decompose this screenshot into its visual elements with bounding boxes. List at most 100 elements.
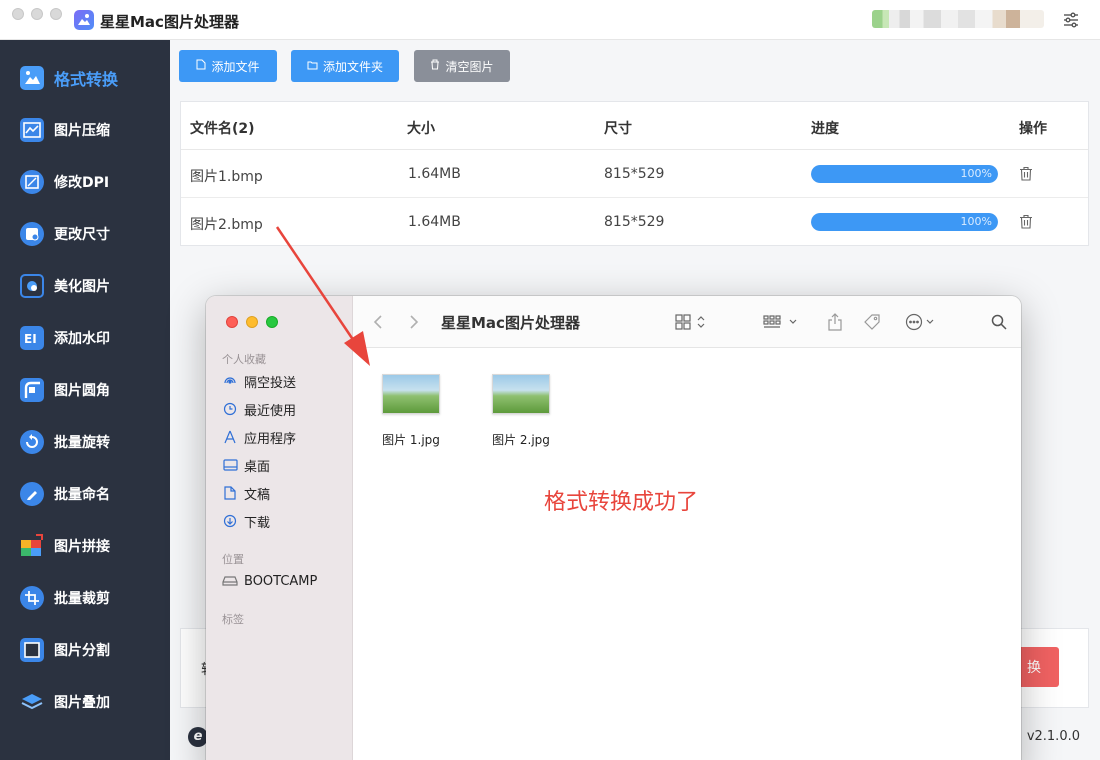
sidebar-item-label: 图片叠加 [54,695,110,711]
sidebar-item-label: 修改DPI [54,175,110,191]
row-size: 1.64MB [408,166,461,182]
downloads-icon [222,513,238,529]
app-title: 星星Mac图片处理器 [100,13,239,31]
sidebar-item-label: 更改尺寸 [54,227,110,243]
finder-item-label: 桌面 [244,459,271,475]
svg-text:EI: EI [24,332,37,346]
forward-chevron-icon[interactable] [409,312,419,332]
delete-row-icon[interactable] [1019,166,1033,181]
finder-item-label: 文稿 [244,487,271,503]
icon-view-toggle-icon[interactable] [675,312,711,332]
rename-icon [20,482,44,506]
finder-item-label: BOOTCAMP [244,573,318,589]
row-dimensions: 815*529 [604,166,665,182]
sidebar-item-label: 图片分割 [54,643,110,659]
header-size: 大小 [407,121,435,137]
delete-row-icon[interactable] [1019,214,1033,229]
clear-images-button[interactable]: 清空图片 [414,50,510,82]
sidebar-item-split[interactable]: 图片分割 [0,630,170,670]
finder-item-airdrop[interactable]: 隔空投送 [222,371,296,391]
row-size: 1.64MB [408,214,461,230]
finder-item-documents[interactable]: 文稿 [222,483,270,503]
compress-icon [20,118,44,142]
row-filename: 图片1.bmp [190,169,263,185]
finder-item-downloads[interactable]: 下载 [222,511,270,531]
finder-close-button[interactable] [226,316,238,328]
file-name: 图片 2.jpg [492,433,550,447]
trash-icon [430,59,440,73]
more-actions-icon[interactable] [905,312,939,332]
sidebar-item-label: 添加水印 [54,331,110,347]
success-annotation: 格式转换成功了 [544,490,699,515]
tag-icon[interactable] [863,312,881,332]
drive-icon [222,573,238,589]
sidebar-item-beautify[interactable]: 美化图片 [0,266,170,306]
folder-icon [307,59,318,73]
sidebar-item-stitch[interactable]: 图片拼接 [0,526,170,566]
sidebar-item-rotate[interactable]: 批量旋转 [0,422,170,462]
row-dimensions: 815*529 [604,214,665,230]
sidebar-item-crop[interactable]: 批量裁剪 [0,578,170,618]
sidebar-item-label: 批量裁剪 [54,591,110,607]
add-file-button[interactable]: 添加文件 [179,50,277,82]
sidebar-item-format-convert[interactable]: 格式转换 [0,58,170,98]
user-account-blurred[interactable] [872,10,1044,28]
finder-sidebar: 个人收藏 隔空投送 最近使用 应用程序 桌面 文稿 下载 位置 BOOTCAMP… [206,296,353,760]
crop-icon [20,586,44,610]
sidebar-item-resize[interactable]: 更改尺寸 [0,214,170,254]
add-folder-button[interactable]: 添加文件夹 [291,50,399,82]
table-row[interactable]: 图片2.bmp 1.64MB 815*529 100% [181,198,1088,246]
finder-window: 个人收藏 隔空投送 最近使用 应用程序 桌面 文稿 下载 位置 BOOTCAMP… [206,296,1021,760]
finder-zoom-button[interactable] [266,316,278,328]
sidebar-item-label: 批量旋转 [54,435,110,451]
sidebar-item-compress[interactable]: 图片压缩 [0,110,170,150]
table-header: 文件名(2) 大小 尺寸 进度 操作 [181,102,1088,150]
header-filename: 文件名(2) [190,121,255,137]
favorites-section-title: 个人收藏 [222,353,266,366]
tags-section-title: 标签 [222,613,244,626]
search-icon[interactable] [991,312,1007,332]
share-icon[interactable] [828,312,842,332]
sidebar-item-label: 批量命名 [54,487,110,503]
settings-sliders-icon[interactable] [1062,11,1080,29]
group-view-icon[interactable] [763,312,801,332]
row-filename: 图片2.bmp [190,217,263,233]
image-thumbnail [382,374,440,414]
progress-bar: 100% [811,165,998,183]
sidebar-item-label: 美化图片 [54,279,110,295]
rotate-icon [20,430,44,454]
sidebar-item-round-corner[interactable]: 图片圆角 [0,370,170,410]
add-file-label: 添加文件 [211,59,260,74]
sidebar-item-rename[interactable]: 批量命名 [0,474,170,514]
progress-label: 100% [960,215,992,228]
file-icon [196,59,206,73]
window-close-button[interactable] [12,8,24,20]
file-item[interactable]: 图片 2.jpg [476,374,566,448]
finder-item-label: 隔空投送 [244,375,297,391]
beautify-icon [20,274,44,298]
file-item[interactable]: 图片 1.jpg [366,374,456,448]
sidebar-item-watermark[interactable]: EI 添加水印 [0,318,170,358]
format-convert-icon [20,66,44,90]
file-name: 图片 1.jpg [382,433,440,447]
finder-item-recents[interactable]: 最近使用 [222,399,296,419]
sidebar-item-overlay[interactable]: 图片叠加 [0,682,170,722]
title-bar: 星星Mac图片处理器 [0,0,1100,40]
sidebar-item-label: 格式转换 [54,70,119,89]
file-table: 文件名(2) 大小 尺寸 进度 操作 图片1.bmp 1.64MB 815*52… [180,101,1089,246]
clear-images-label: 清空图片 [445,59,494,74]
finder-item-bootcamp[interactable]: BOOTCAMP [222,571,317,591]
progress-bar: 100% [811,213,998,231]
finder-item-desktop[interactable]: 桌面 [222,455,270,475]
back-chevron-icon[interactable] [373,312,383,332]
finder-item-label: 最近使用 [244,403,297,419]
sidebar-item-dpi[interactable]: 修改DPI [0,162,170,202]
finder-item-applications[interactable]: 应用程序 [222,427,296,447]
finder-minimize-button[interactable] [246,316,258,328]
window-zoom-button[interactable] [50,8,62,20]
sidebar: 格式转换 图片压缩 修改DPI 更改尺寸 美化图片 EI 添加水印 图片圆角 批… [0,40,170,760]
window-minimize-button[interactable] [31,8,43,20]
table-row[interactable]: 图片1.bmp 1.64MB 815*529 100% [181,150,1088,198]
sidebar-item-label: 图片压缩 [54,123,110,139]
documents-icon [222,485,238,501]
